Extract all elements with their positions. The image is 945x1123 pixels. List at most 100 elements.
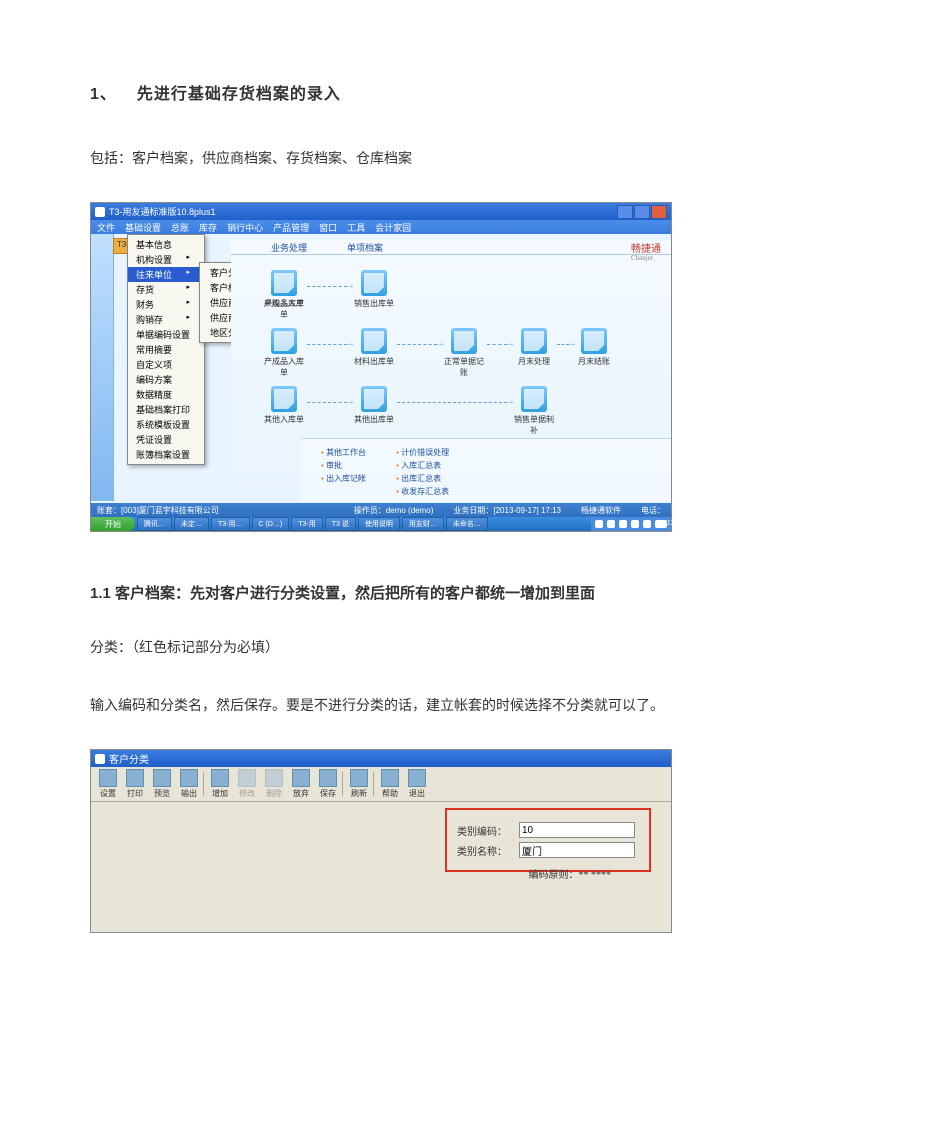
link[interactable]: 计价错误处理	[396, 447, 449, 458]
status-vendor: 畅捷通软件	[581, 505, 621, 516]
status-date: 业务日期：[2013-09-17] 17:13	[453, 505, 561, 516]
menu-item[interactable]: 存货	[128, 282, 204, 297]
tbtn-print[interactable]: 打印	[122, 769, 148, 799]
link[interactable]: 入库汇总表	[396, 460, 449, 471]
node-product-in[interactable]: 产成品入库单	[261, 328, 307, 378]
link[interactable]: 其他工作台	[321, 447, 366, 458]
menu-item[interactable]: 凭证设置	[128, 432, 204, 447]
flow-arrow	[307, 286, 347, 287]
menu-bar: 文件 基础设置 总账 库存 销行中心 产品管理 窗口 工具 会计家园	[91, 220, 671, 234]
quick-links: 其他工作台 审批 出入库记帐 计价错误处理 入库汇总表 出库汇总表 收发存汇总表	[301, 438, 671, 501]
menu-tools[interactable]: 工具	[347, 221, 365, 234]
status-bar: 账套：[003]厦门蓝宇科技有限公司 操作员：demo (demo) 业务日期：…	[91, 503, 671, 517]
node-sales-supplement[interactable]: 销售单据制补	[511, 386, 557, 436]
encoding-rule: 编码原则：** ****	[529, 866, 612, 881]
task-button[interactable]: 用友财…	[402, 517, 444, 531]
menu-help[interactable]: 会计家园	[375, 221, 411, 234]
task-button[interactable]: T3 说	[325, 517, 356, 531]
tbtn-edit: 修改	[234, 769, 260, 799]
task-button[interactable]: C (D…)	[252, 517, 290, 531]
menu-item[interactable]: 常用摘要	[128, 342, 204, 357]
menu-item[interactable]: 财务	[128, 297, 204, 312]
menu-item[interactable]: 机构设置	[128, 252, 204, 267]
maximize-button[interactable]	[634, 205, 650, 219]
menu-item[interactable]: 基础档案打印	[128, 402, 204, 417]
node-month-close[interactable]: 月末结账	[571, 328, 617, 367]
link[interactable]: 收发存汇总表	[396, 486, 449, 497]
menu-item[interactable]: 数据精度	[128, 387, 204, 402]
node-sales-out[interactable]: 销售出库单	[351, 270, 397, 309]
close-button[interactable]	[651, 205, 667, 219]
tbtn-add[interactable]: 增加	[207, 769, 233, 799]
node-other-out[interactable]: 其他出库单	[351, 386, 397, 425]
menu-item[interactable]: 购销存	[128, 312, 204, 327]
menu-item[interactable]: 编码方案	[128, 372, 204, 387]
tbtn-preview[interactable]: 预览	[149, 769, 175, 799]
menu-stock[interactable]: 库存	[199, 221, 217, 234]
task-button[interactable]: T3-用	[291, 517, 323, 531]
task-button[interactable]: 腾讯…	[137, 517, 172, 531]
tbtn-save[interactable]: 保存	[315, 769, 341, 799]
label-code: 类别编码：	[457, 823, 513, 838]
minimize-button[interactable]	[617, 205, 633, 219]
task-button[interactable]: 未定…	[174, 517, 209, 531]
link[interactable]: 出入库记帐	[321, 473, 366, 484]
tbtn-cancel[interactable]: 放弃	[288, 769, 314, 799]
flow-arrow	[397, 402, 507, 403]
required-fields-highlight: 类别编码： 类别名称：	[445, 808, 651, 872]
clock: 17:13	[655, 520, 667, 528]
status-operator: 操作员：demo (demo)	[354, 505, 434, 516]
label-name: 类别名称：	[457, 843, 513, 858]
input-name[interactable]	[519, 842, 635, 858]
separator	[203, 772, 206, 796]
menu-item[interactable]: 系统模板设置	[128, 417, 204, 432]
menu-sales[interactable]: 销行中心	[227, 221, 263, 234]
tray-icon[interactable]	[619, 520, 627, 528]
window-title: T3-用友通标准版10.8plus1	[109, 205, 613, 218]
tab-biz[interactable]: 业务处理	[271, 241, 307, 254]
start-button[interactable]: 开始	[91, 517, 135, 531]
node-product-in[interactable]: 产成品入库单	[261, 270, 307, 320]
tray-icon[interactable]	[643, 520, 651, 528]
node-other-in[interactable]: 其他入库单	[261, 386, 307, 425]
tbtn-help[interactable]: 帮助	[377, 769, 403, 799]
tbtn-exit[interactable]: 退出	[404, 769, 430, 799]
tray-icon[interactable]	[607, 520, 615, 528]
dialog-title: 客户分类	[109, 751, 667, 766]
menu-window[interactable]: 窗口	[319, 221, 337, 234]
tbtn-refresh[interactable]: 刷新	[346, 769, 372, 799]
link[interactable]: 审批	[321, 460, 366, 471]
task-button[interactable]: 使用说明	[358, 517, 400, 531]
menu-basic[interactable]: 基础设置	[125, 221, 161, 234]
tbtn-export[interactable]: 输出	[176, 769, 202, 799]
node-month-end[interactable]: 月末处理	[511, 328, 557, 367]
tbtn-settings[interactable]: 设置	[95, 769, 121, 799]
dialog-toolbar: 设置 打印 预览 输出 增加 修改 删除 放弃 保存 刷新 帮助 退出	[91, 767, 671, 802]
node-material-out[interactable]: 材料出库单	[351, 328, 397, 367]
task-button[interactable]: T3-用…	[211, 517, 250, 531]
task-button[interactable]: 未命名…	[446, 517, 488, 531]
tray-icon[interactable]	[595, 520, 603, 528]
menu-item-selected[interactable]: 往来单位	[128, 267, 204, 282]
menu-product[interactable]: 产品管理	[273, 221, 309, 234]
node-normal-post[interactable]: 正常单据记账	[441, 328, 487, 378]
taskbar: 开始 腾讯… 未定… T3-用… C (D…) T3-用 T3 说 使用说明 用…	[91, 517, 671, 531]
heading-1-number: 1、	[90, 80, 117, 104]
tray-icon[interactable]	[631, 520, 639, 528]
sidebar	[91, 234, 114, 501]
paragraph-category: 分类：（红色标记部分为必填）	[90, 633, 855, 661]
screenshot-dialog: 客户分类 设置 打印 预览 输出 增加 修改 删除 放弃 保存 刷新 帮助 退出…	[90, 749, 672, 933]
menu-item[interactable]: 自定义项	[128, 357, 204, 372]
menu-item[interactable]: 基本信息	[128, 237, 204, 252]
menu-item[interactable]: 单据编码设置	[128, 327, 204, 342]
menu-gl[interactable]: 总账	[171, 221, 189, 234]
tab-archive[interactable]: 单项档案	[347, 241, 383, 254]
menu-file[interactable]: 文件	[97, 221, 115, 234]
heading-1: 1、 先进行基础存货档案的录入	[90, 80, 855, 104]
input-code[interactable]	[519, 822, 635, 838]
link[interactable]: 出库汇总表	[396, 473, 449, 484]
menu-item[interactable]: 账簿档案设置	[128, 447, 204, 462]
flow-canvas: 业务处理 单项档案 畅捷通 Chanjet 采购入库单 销售出库单 产成品入库单…	[231, 240, 671, 501]
brand-logo: 畅捷通 Chanjet	[631, 240, 661, 261]
heading-1-text: 先进行基础存货档案的录入	[137, 86, 341, 103]
